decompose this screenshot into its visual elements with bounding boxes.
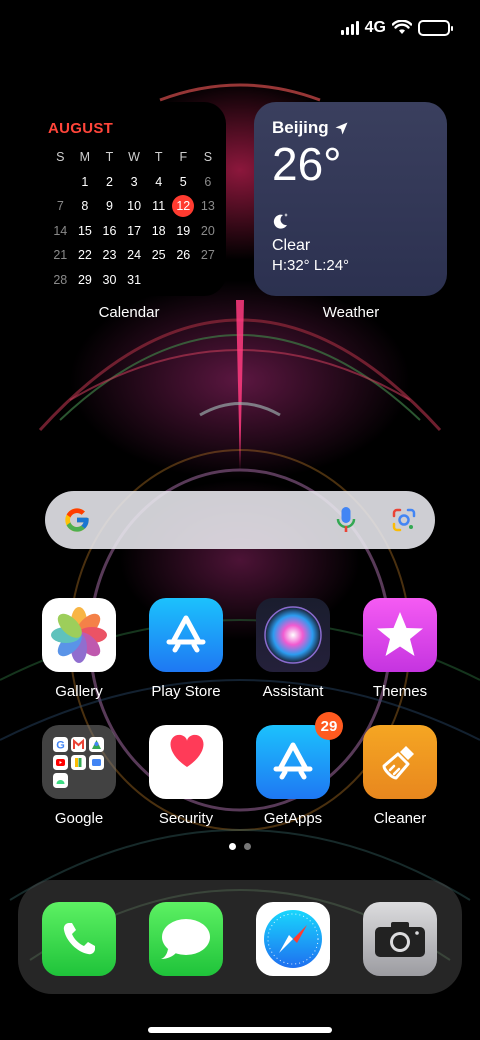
calendar-day: 26 <box>176 248 191 263</box>
app-assistant[interactable]: Assistant <box>243 598 343 700</box>
calendar-day: 7 <box>56 199 64 214</box>
heart-icon <box>149 725 223 799</box>
calendar-today: 12 <box>172 195 195 218</box>
calendar-day: 13 <box>200 199 215 214</box>
calendar-day: 20 <box>200 223 215 238</box>
calendar-day: 8 <box>81 199 89 214</box>
calendar-weekday: S <box>203 150 213 165</box>
calendar-weekday: W <box>128 150 140 165</box>
app-cleaner[interactable]: Cleaner <box>350 725 450 827</box>
app-label: Cleaner <box>373 810 427 827</box>
calendar-day: 24 <box>127 248 142 263</box>
calendar-day: 11 <box>152 199 166 214</box>
calendar-month: AUGUST <box>48 120 114 137</box>
weather-high-low: H:32° L:24° <box>272 257 350 274</box>
calendar-day: 14 <box>53 223 68 238</box>
app-label: Security <box>158 810 214 827</box>
page-dot-active <box>229 843 236 850</box>
google-search-bar[interactable] <box>45 491 435 549</box>
wifi-icon <box>392 20 412 34</box>
calendar-day-cell: 12 <box>171 195 196 218</box>
app-label: Themes <box>372 683 428 700</box>
calendar-weekday: T <box>105 150 114 165</box>
dock-app-browser[interactable] <box>243 902 343 976</box>
page-dot <box>244 843 251 850</box>
calendar-day: 1 <box>81 174 89 189</box>
dock-app-phone[interactable] <box>29 902 129 976</box>
moon-stars-icon <box>272 212 429 235</box>
siri-orb-icon <box>256 598 330 672</box>
calendar-grid: S M T W T F S 1 2 3 4 5 6 7 8 9 10 11 12 13 14 15 16 17 18 19 20 21… <box>48 145 214 292</box>
page-indicator[interactable] <box>0 843 480 850</box>
calendar-day: 18 <box>151 223 166 238</box>
app-store-icon <box>149 598 223 672</box>
calendar-day: 6 <box>204 174 212 189</box>
google-lens-icon[interactable] <box>391 507 417 533</box>
camera-icon <box>363 902 437 976</box>
calendar-weekday: S <box>56 150 65 165</box>
calendar-day: 9 <box>106 199 113 214</box>
calendar-day: 15 <box>77 223 92 238</box>
calendar-day: 29 <box>77 272 92 287</box>
calendar-day: 31 <box>127 272 142 287</box>
app-getapps[interactable]: 29 GetApps <box>243 712 343 827</box>
calendar-day: 3 <box>130 174 138 189</box>
app-themes[interactable]: Themes <box>350 598 450 700</box>
network-type: 4G <box>364 19 386 36</box>
calendar-day: 30 <box>102 272 117 287</box>
weather-temperature: 26° <box>272 138 342 190</box>
calendar-weekday: M <box>79 150 91 165</box>
microphone-icon[interactable] <box>335 506 357 534</box>
app-security[interactable]: Security <box>136 725 236 827</box>
calendar-day: 2 <box>106 174 113 189</box>
weather-city: Beijing <box>272 118 329 137</box>
calendar-day: 10 <box>127 199 142 214</box>
weather-widget[interactable]: Beijing 26° Clear H:32° L:24° <box>254 102 447 296</box>
dock-app-messages[interactable] <box>136 902 236 976</box>
calendar-day: 16 <box>102 223 117 238</box>
status-bar: 4G <box>340 14 453 42</box>
star-icon <box>363 598 437 672</box>
calendar-day: 23 <box>102 248 117 263</box>
app-label: Play Store <box>151 683 221 700</box>
dock-app-camera[interactable] <box>350 902 450 976</box>
phone-handset-icon <box>42 902 116 976</box>
app-play-store[interactable]: Play Store <box>136 598 236 700</box>
calendar-weekday: T <box>154 150 163 165</box>
calendar-weekday: F <box>179 150 188 165</box>
photos-flower-icon <box>42 598 116 672</box>
app-label: Assistant <box>262 683 324 700</box>
svg-text:G: G <box>56 740 65 752</box>
calendar-day: 17 <box>127 223 142 238</box>
calendar-day: 19 <box>176 223 191 238</box>
calendar-day: 27 <box>200 248 215 263</box>
calendar-widget[interactable]: AUGUST S M T W T F S 1 2 3 4 5 6 7 8 9 10 11 12 13 14 15 16 17 1… <box>34 102 226 296</box>
weather-widget-label: Weather <box>322 304 380 321</box>
battery-icon <box>418 20 453 36</box>
app-label: GetApps <box>263 810 323 827</box>
folder-icon: G <box>42 725 116 799</box>
weather-city-row: Beijing <box>272 118 429 138</box>
calendar-day: 22 <box>77 248 92 263</box>
app-label: Google <box>54 810 104 827</box>
compass-icon <box>256 902 330 976</box>
calendar-day: 4 <box>155 174 163 189</box>
app-gallery[interactable]: Gallery <box>29 598 129 700</box>
message-bubble-icon <box>149 902 223 976</box>
calendar-day: 25 <box>151 248 166 263</box>
weather-condition: Clear <box>272 237 311 254</box>
location-arrow-icon <box>335 122 348 134</box>
home-indicator[interactable] <box>148 1027 332 1033</box>
google-g-logo <box>65 508 89 532</box>
app-label: Gallery <box>55 683 103 700</box>
calendar-widget-label: Calendar <box>98 304 160 321</box>
calendar-day: 21 <box>53 248 68 263</box>
calendar-day: 5 <box>179 174 187 189</box>
broom-icon <box>363 725 437 799</box>
calendar-day: 28 <box>53 272 68 287</box>
notification-badge: 29 <box>315 712 343 740</box>
app-google-folder[interactable]: G Google <box>29 725 129 827</box>
cellular-signal-icon <box>340 21 359 35</box>
